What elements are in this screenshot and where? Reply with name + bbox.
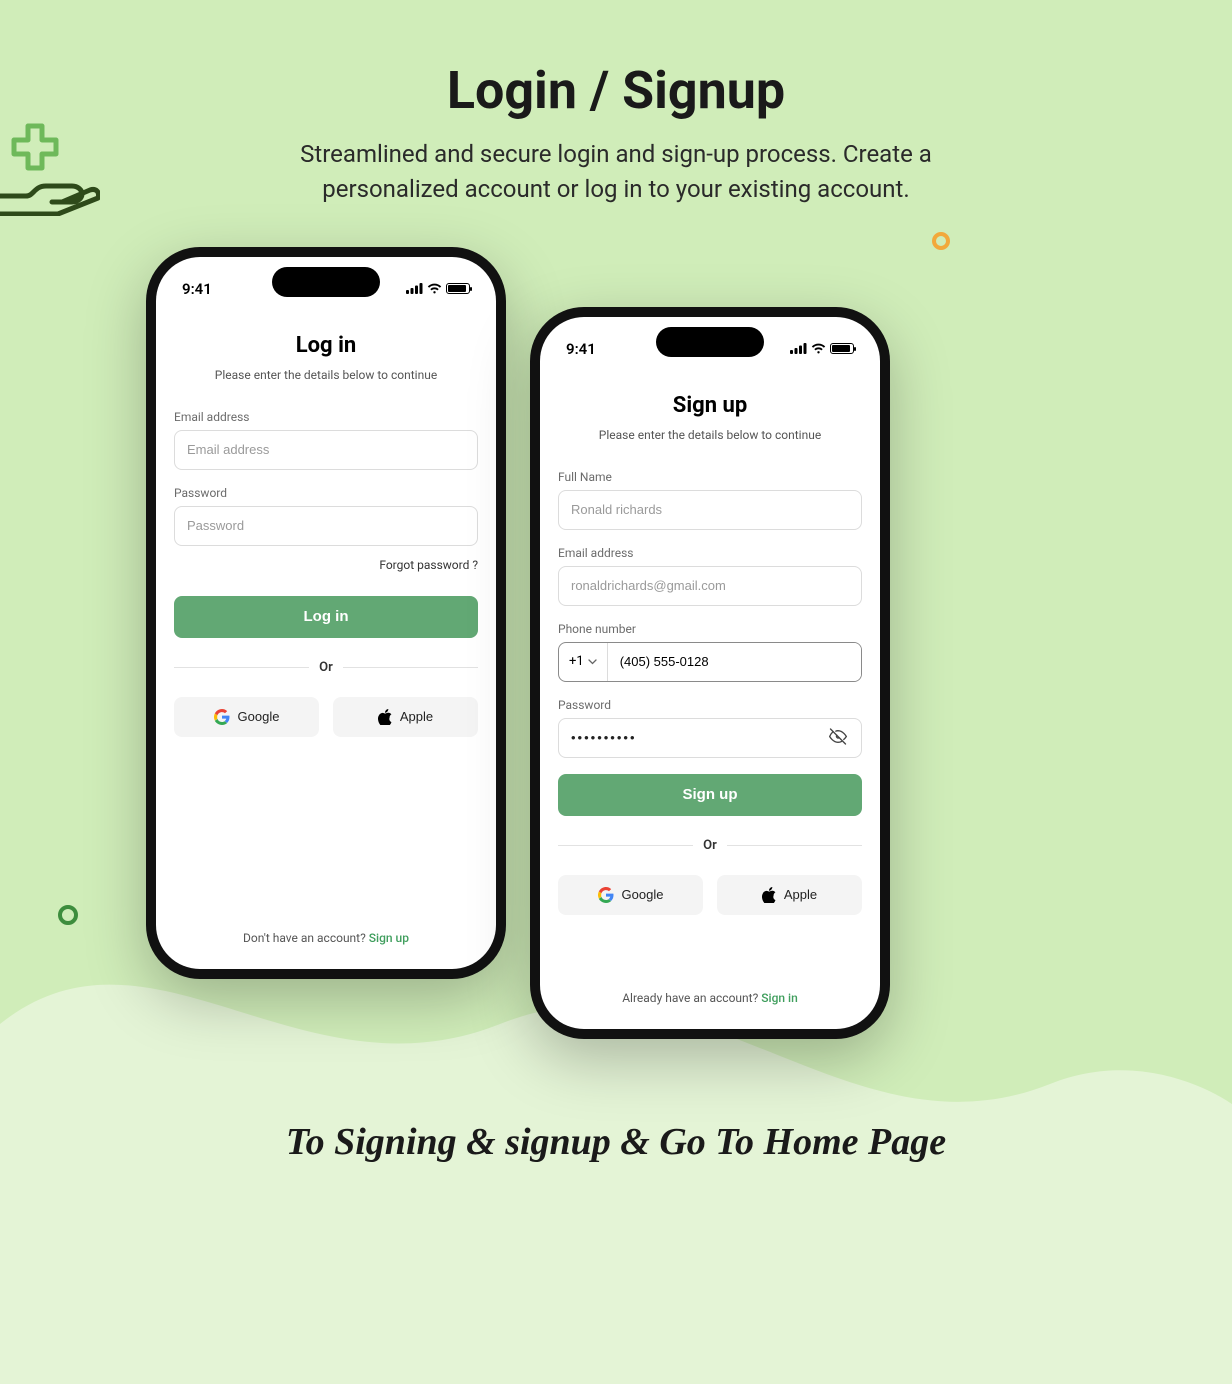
password-label: Password bbox=[174, 486, 478, 500]
eye-off-icon bbox=[828, 726, 848, 746]
login-button[interactable]: Log in bbox=[174, 596, 478, 638]
cellular-signal-icon bbox=[790, 343, 807, 354]
toggle-password-visibility-button[interactable] bbox=[824, 722, 852, 753]
signup-link[interactable]: Sign up bbox=[369, 931, 409, 945]
country-code-select[interactable]: +1 bbox=[559, 643, 608, 681]
signup-password-input[interactable] bbox=[558, 718, 862, 758]
wifi-icon bbox=[427, 283, 442, 294]
signup-email-input[interactable] bbox=[558, 566, 862, 606]
apple-label: Apple bbox=[784, 887, 817, 902]
google-icon bbox=[598, 887, 614, 903]
apple-signup-button[interactable]: Apple bbox=[717, 875, 862, 915]
page-subtitle: Streamlined and secure login and sign-up… bbox=[266, 137, 966, 207]
page-title: Login / Signup bbox=[0, 0, 1232, 121]
google-login-button[interactable]: Google bbox=[174, 697, 319, 737]
status-time: 9:41 bbox=[182, 280, 212, 298]
signup-title: Sign up bbox=[558, 393, 862, 418]
phone-notch bbox=[656, 327, 764, 357]
apple-icon bbox=[378, 709, 392, 725]
name-input[interactable] bbox=[558, 490, 862, 530]
divider-or: Or bbox=[558, 838, 862, 853]
phone-label: Phone number bbox=[558, 622, 862, 636]
signup-footer: Already have an account? Sign in bbox=[540, 991, 880, 1005]
apple-label: Apple bbox=[400, 709, 433, 724]
google-signup-button[interactable]: Google bbox=[558, 875, 703, 915]
status-time: 9:41 bbox=[566, 340, 596, 358]
signup-email-label: Email address bbox=[558, 546, 862, 560]
cellular-signal-icon bbox=[406, 283, 423, 294]
apple-icon bbox=[762, 887, 776, 903]
password-input[interactable] bbox=[174, 506, 478, 546]
signin-link[interactable]: Sign in bbox=[761, 991, 798, 1005]
phone-notch bbox=[272, 267, 380, 297]
email-label: Email address bbox=[174, 410, 478, 424]
chevron-down-icon bbox=[588, 659, 597, 665]
forgot-password-link[interactable]: Forgot password ? bbox=[174, 558, 478, 572]
google-label: Google bbox=[622, 887, 664, 902]
battery-icon bbox=[446, 283, 470, 294]
login-title: Log in bbox=[174, 333, 478, 358]
login-subtitle: Please enter the details below to contin… bbox=[174, 368, 478, 382]
battery-icon bbox=[830, 343, 854, 354]
signup-password-label: Password bbox=[558, 698, 862, 712]
phone-mockup-login: 9:41 Log in Please enter the details bel… bbox=[146, 247, 506, 979]
wifi-icon bbox=[811, 343, 826, 354]
login-footer: Don't have an account? Sign up bbox=[156, 931, 496, 945]
phone-input[interactable] bbox=[608, 643, 861, 681]
email-input[interactable] bbox=[174, 430, 478, 470]
medical-hand-icon bbox=[0, 118, 100, 216]
phone-mockup-signup: 9:41 Sign up Please enter the details be… bbox=[530, 307, 890, 1039]
google-label: Google bbox=[238, 709, 280, 724]
bottom-caption: To Signing & signup & Go To Home Page bbox=[0, 1120, 1232, 1164]
google-icon bbox=[214, 709, 230, 725]
signup-subtitle: Please enter the details below to contin… bbox=[558, 428, 862, 442]
name-label: Full Name bbox=[558, 470, 862, 484]
divider-or: Or bbox=[174, 660, 478, 675]
apple-login-button[interactable]: Apple bbox=[333, 697, 478, 737]
signup-button[interactable]: Sign up bbox=[558, 774, 862, 816]
